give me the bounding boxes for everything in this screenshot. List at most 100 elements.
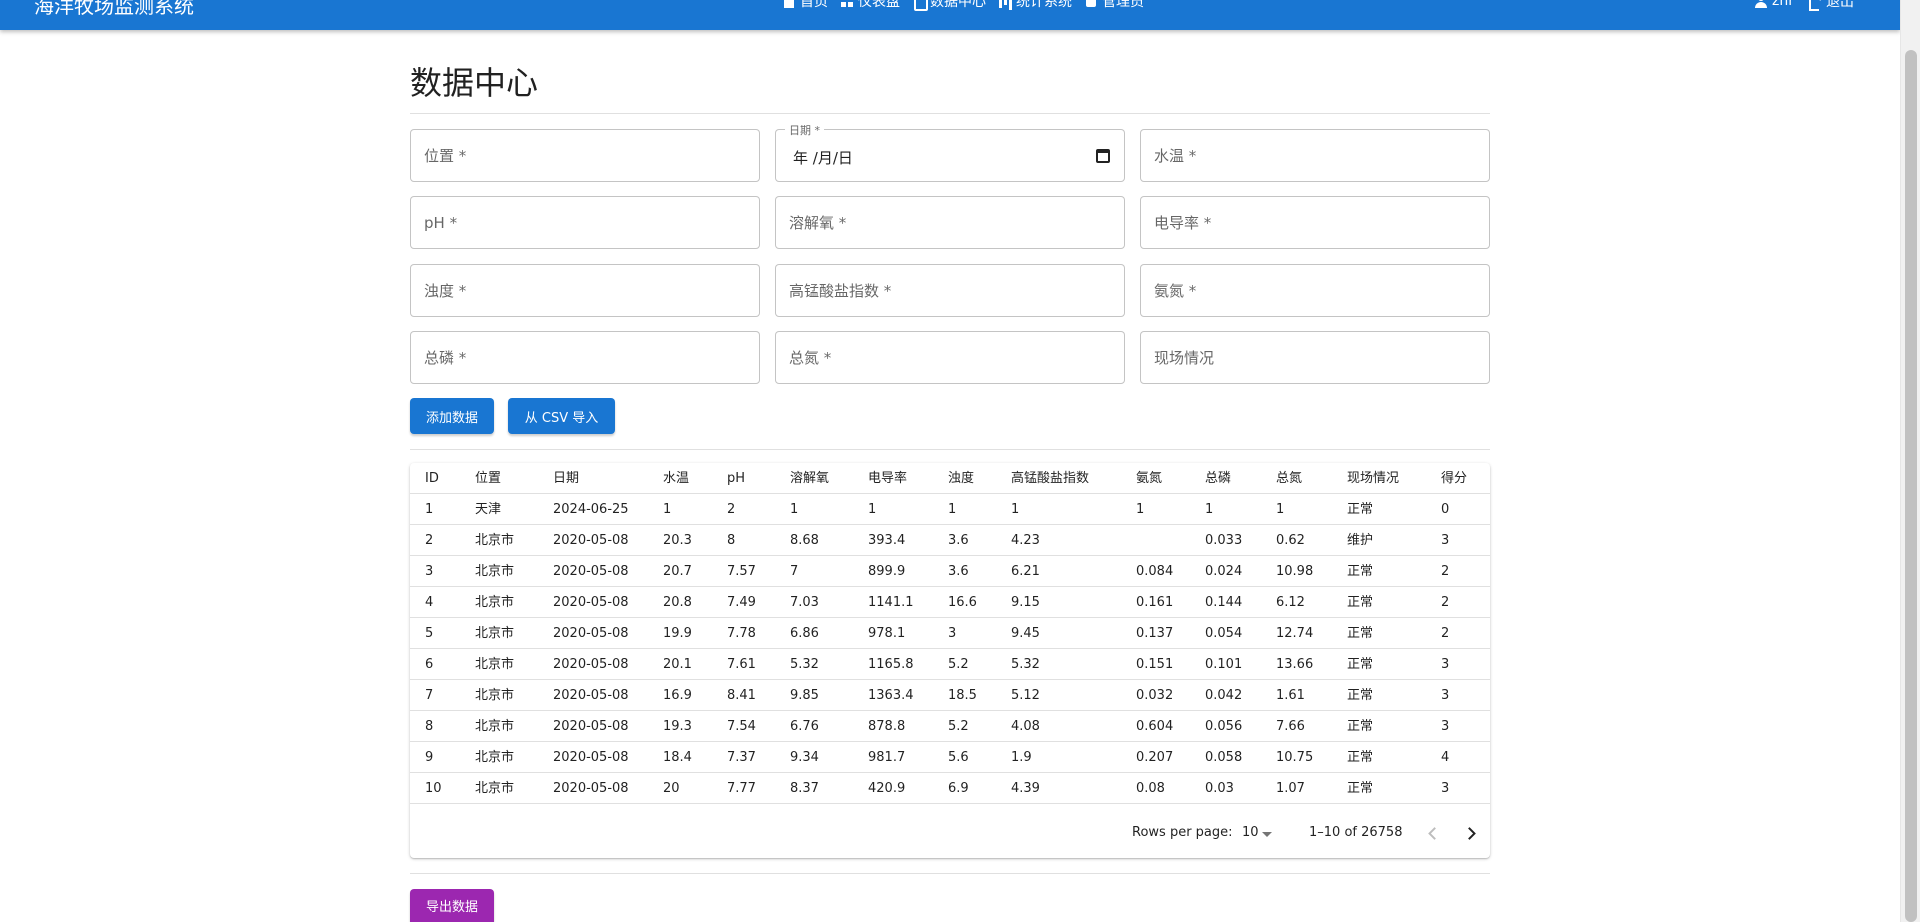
table-row[interactable]: 2 北京市 2020-05-08 20.3 8 8.68 393.4 3.6 4.23 0.033… xyxy=(410,525,1490,556)
total-phosphorus-field[interactable] xyxy=(410,331,760,384)
table-cell: 0.161 xyxy=(1136,595,1174,610)
table-row[interactable]: 10 北京市 2020-05-08 20 7.77 8.37 420.9 6.9 4.39 0.0… xyxy=(410,773,1490,804)
form-divider xyxy=(410,449,1490,450)
table-cell: 2020-05-08 xyxy=(553,688,629,703)
nav-menu: 首页 仪表盘 数据中心 统计系统 管理员 xyxy=(780,0,1146,11)
logout-label: 退出 xyxy=(1826,0,1854,10)
ammonia-input[interactable] xyxy=(1141,265,1489,316)
rows-per-page-select[interactable]: 10 xyxy=(1242,825,1259,840)
ammonia-field[interactable] xyxy=(1140,264,1490,317)
table-cell: 10 xyxy=(425,781,442,796)
table-row[interactable]: 1 天津 2024-06-25 1 2 1 1 1 1 1 1 1 正常 0 xyxy=(410,494,1490,525)
ph-field[interactable] xyxy=(410,196,760,249)
location-field[interactable] xyxy=(410,129,760,182)
logout-button[interactable]: 退出 xyxy=(1808,0,1854,11)
table-row[interactable]: 8 北京市 2020-05-08 19.3 7.54 6.76 878.8 5.2 4.08 0.… xyxy=(410,711,1490,742)
location-input[interactable] xyxy=(411,130,759,181)
site-condition-field[interactable] xyxy=(1140,331,1490,384)
import-csv-button[interactable]: 从 CSV 导入 xyxy=(508,398,615,434)
title-divider xyxy=(410,113,1490,114)
nav-stats[interactable]: 统计系统 xyxy=(996,0,1074,11)
water-temp-field[interactable] xyxy=(1140,129,1490,182)
data-table: ID 位置 日期 水温 pH 溶解氧 电导率 浊度 高锰酸盐指数 氨氮 总磷 总氮 现场情况 得分 1 天津 2… xyxy=(410,463,1490,858)
table-cell: 1.61 xyxy=(1276,688,1305,703)
add-data-button[interactable]: 添加数据 xyxy=(410,398,494,434)
date-input[interactable]: 年 /月/日 xyxy=(793,147,853,168)
nav-admin[interactable]: 管理员 xyxy=(1082,0,1146,11)
dissolved-oxygen-input[interactable] xyxy=(776,197,1124,248)
table-cell: 7 xyxy=(425,688,434,703)
table-cell: 5 xyxy=(425,626,434,641)
table-row[interactable]: 4 北京市 2020-05-08 20.8 7.49 7.03 1141.1 16.6 9.15… xyxy=(410,587,1490,618)
table-cell: 7.61 xyxy=(727,657,756,672)
ph-input[interactable] xyxy=(411,197,759,248)
nav-dashboard[interactable]: 仪表盘 xyxy=(838,0,902,11)
page-scrollbar[interactable] xyxy=(1900,0,1920,922)
calendar-icon[interactable] xyxy=(1096,149,1110,163)
table-cell: 3.6 xyxy=(948,564,969,579)
column-header: 电导率 xyxy=(868,471,908,486)
table-cell: 0 xyxy=(1441,502,1450,517)
site-condition-input[interactable] xyxy=(1141,332,1489,383)
total-phosphorus-input[interactable] xyxy=(411,332,759,383)
page-title: 数据中心 xyxy=(410,64,539,102)
table-cell: 5.2 xyxy=(948,657,969,672)
scrollbar-thumb[interactable] xyxy=(1905,50,1917,922)
table-cell: 2024-06-25 xyxy=(553,502,629,517)
table-cell: 0.207 xyxy=(1136,750,1174,765)
table-row[interactable]: 9 北京市 2020-05-08 18.4 7.37 9.34 981.7 5.6 1.9 0.2… xyxy=(410,742,1490,773)
prev-page-icon[interactable] xyxy=(1421,822,1443,844)
conductivity-input[interactable] xyxy=(1141,197,1489,248)
chevron-down-icon[interactable] xyxy=(1262,832,1272,837)
column-header: pH xyxy=(727,471,746,486)
table-cell: 20.7 xyxy=(663,564,692,579)
table-cell: 2 xyxy=(1441,595,1450,610)
next-page-icon[interactable] xyxy=(1460,822,1482,844)
column-header: 日期 xyxy=(553,471,580,486)
table-cell: 0.056 xyxy=(1205,719,1243,734)
table-cell: 0.032 xyxy=(1136,688,1174,703)
table-cell: 2 xyxy=(727,502,736,517)
total-nitrogen-field[interactable] xyxy=(775,331,1125,384)
table-row[interactable]: 5 北京市 2020-05-08 19.9 7.78 6.86 978.1 3 9.45 0.13… xyxy=(410,618,1490,649)
table-row[interactable]: 7 北京市 2020-05-08 16.9 8.41 9.85 1363.4 18.5 5.12… xyxy=(410,680,1490,711)
conductivity-field[interactable] xyxy=(1140,196,1490,249)
table-cell: 10.75 xyxy=(1276,750,1314,765)
database-icon xyxy=(912,0,928,11)
table-cell: 18.5 xyxy=(948,688,977,703)
table-cell: 7.03 xyxy=(790,595,819,610)
table-cell: 5.2 xyxy=(948,719,969,734)
table-cell: 0.054 xyxy=(1205,626,1243,641)
water-temp-input[interactable] xyxy=(1141,130,1489,181)
permanganate-input[interactable] xyxy=(776,265,1124,316)
table-cell: 7.77 xyxy=(727,781,756,796)
dissolved-oxygen-field[interactable] xyxy=(775,196,1125,249)
total-nitrogen-input[interactable] xyxy=(776,332,1124,383)
table-cell: 19.3 xyxy=(663,719,692,734)
table-row[interactable]: 6 北京市 2020-05-08 20.1 7.61 5.32 1165.8 5.2 5.32 0… xyxy=(410,649,1490,680)
table-cell: 正常 xyxy=(1347,781,1374,796)
table-cell: 2020-05-08 xyxy=(553,533,629,548)
table-cell: 0.62 xyxy=(1276,533,1305,548)
table-cell: 北京市 xyxy=(475,750,515,765)
table-cell: 13.66 xyxy=(1276,657,1314,672)
nav-home[interactable]: 首页 xyxy=(780,0,830,11)
table-cell: 0.084 xyxy=(1136,564,1174,579)
table-cell: 6.9 xyxy=(948,781,969,796)
app-bar: 海洋牧场监测系统 首页 仪表盘 数据中心 统计系统 管理员 zhr 退出 xyxy=(0,0,1900,30)
table-cell: 9.15 xyxy=(1011,595,1040,610)
table-cell: 0.058 xyxy=(1205,750,1243,765)
app-title[interactable]: 海洋牧场监测系统 xyxy=(34,0,194,19)
nav-data-center[interactable]: 数据中心 xyxy=(910,0,988,11)
table-cell: 2020-05-08 xyxy=(553,719,629,734)
user-menu[interactable]: zhr xyxy=(1754,0,1794,11)
date-field[interactable]: 日期 * 年 /月/日 xyxy=(775,122,1125,182)
turbidity-field[interactable] xyxy=(410,264,760,317)
permanganate-field[interactable] xyxy=(775,264,1125,317)
admin-icon xyxy=(1084,0,1098,8)
turbidity-input[interactable] xyxy=(411,265,759,316)
table-cell: 正常 xyxy=(1347,688,1374,703)
export-data-button[interactable]: 导出数据 xyxy=(410,889,494,922)
table-row[interactable]: 3 北京市 2020-05-08 20.7 7.57 7 899.9 3.6 6.21 0.084… xyxy=(410,556,1490,587)
table-cell: 1 xyxy=(1205,502,1214,517)
